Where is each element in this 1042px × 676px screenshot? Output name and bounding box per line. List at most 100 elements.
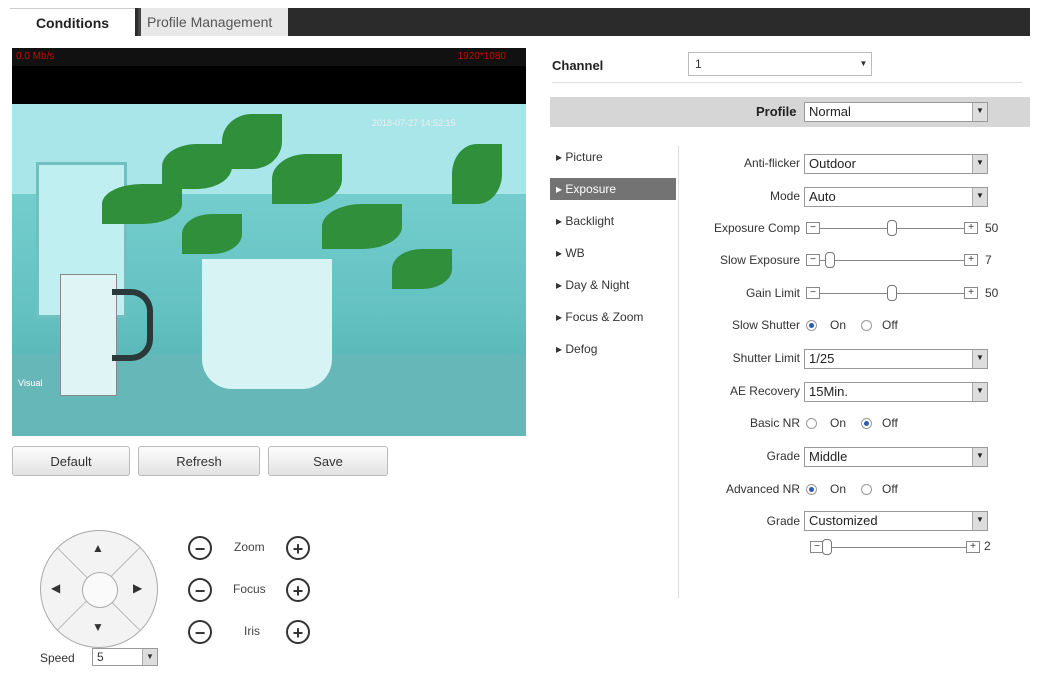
grade-value: Middle	[809, 449, 848, 464]
mode-select[interactable]: Auto ▼	[804, 187, 988, 207]
tab-conditions[interactable]: Conditions	[10, 8, 135, 37]
slow-exposure-label: Slow Exposure	[719, 253, 800, 267]
exposure-comp-label: Exposure Comp	[713, 221, 800, 235]
resolution-text: 1920*1080	[457, 51, 506, 62]
profile-value: Normal	[809, 104, 851, 119]
menu-item-defog[interactable]: ▸ Defog	[550, 338, 676, 360]
grade-select[interactable]: Middle ▼	[804, 447, 988, 467]
ptz-center-button[interactable]	[82, 572, 118, 608]
ptz-direction-pad: ▲ ▼ ◀ ▶	[40, 530, 158, 648]
anti-flicker-value: Outdoor	[809, 156, 856, 171]
advanced-grade-select[interactable]: Customized ▼	[804, 511, 988, 531]
exposure-comp-slider-thumb[interactable]	[887, 220, 897, 236]
focus-plus-icon[interactable]: +	[286, 578, 310, 602]
menu-item-wb[interactable]: ▸ WB	[550, 242, 676, 264]
menu-item-focus-zoom[interactable]: ▸ Focus & Zoom	[550, 306, 676, 328]
nr-level-plus-icon[interactable]: +	[966, 541, 980, 553]
zoom-minus-icon[interactable]: −	[188, 536, 212, 560]
gain-limit-label: Gain Limit	[745, 286, 800, 300]
scene-leaf	[452, 144, 502, 204]
slow-exposure-minus-icon[interactable]: −	[806, 254, 820, 266]
video-scene: 2018-07-27 14:52:15 Visual	[12, 104, 526, 436]
ptz-right-icon[interactable]: ▶	[133, 581, 142, 595]
bitrate-text: 0.0 Mb/s	[16, 51, 55, 62]
save-button[interactable]: Save	[268, 446, 388, 476]
ptz-left-icon[interactable]: ◀	[51, 581, 60, 595]
advanced-nr-off-label: Off	[882, 482, 898, 496]
mode-value: Auto	[809, 189, 836, 204]
exposure-comp-plus-icon[interactable]: +	[964, 222, 978, 234]
ptz-down-icon[interactable]: ▼	[92, 620, 104, 634]
ptz-up-icon[interactable]: ▲	[92, 541, 104, 555]
exposure-comp-value: 50	[985, 221, 999, 235]
scene-mug-handle	[112, 289, 153, 361]
speed-select[interactable]: 5 ▼	[92, 648, 158, 666]
nr-level-value: 2	[984, 539, 991, 553]
basic-nr-off-radio[interactable]	[861, 418, 872, 429]
zoom-plus-icon[interactable]: +	[286, 536, 310, 560]
exposure-comp-minus-icon[interactable]: −	[806, 222, 820, 234]
focus-label: Focus	[233, 582, 266, 596]
nr-level-slider-thumb[interactable]	[821, 539, 832, 555]
dropdown-arrow-icon: ▼	[972, 155, 987, 173]
anti-flicker-label: Anti-flicker	[743, 156, 800, 170]
scene-mug	[60, 274, 117, 396]
zoom-label: Zoom	[234, 540, 265, 554]
ae-recovery-label: AE Recovery	[729, 384, 800, 398]
ae-recovery-value: 15Min.	[809, 384, 849, 399]
focus-minus-icon[interactable]: −	[188, 578, 212, 602]
profile-select[interactable]: Normal ▼	[804, 102, 988, 122]
advanced-nr-on-radio[interactable]	[806, 484, 817, 495]
dropdown-arrow-icon: ▼	[972, 383, 987, 401]
slow-exposure-value: 7	[985, 253, 992, 267]
advanced-nr-label: Advanced NR	[725, 482, 800, 496]
refresh-button[interactable]: Refresh	[138, 446, 260, 476]
slow-exposure-track[interactable]	[820, 260, 964, 261]
shutter-limit-label: Shutter Limit	[732, 351, 800, 365]
dropdown-arrow-icon: ▼	[972, 103, 987, 121]
scene-leaf	[272, 154, 342, 204]
scene-leaf	[392, 249, 452, 289]
panel-divider	[678, 146, 679, 598]
slow-shutter-off-label: Off	[882, 318, 898, 332]
slow-shutter-off-radio[interactable]	[861, 320, 872, 331]
shutter-limit-select[interactable]: 1/25 ▼	[804, 349, 988, 369]
scene-flower-pot	[202, 259, 332, 389]
profile-label: Profile	[756, 104, 797, 119]
grade-label: Grade	[766, 449, 800, 463]
menu-item-backlight[interactable]: ▸ Backlight	[550, 210, 676, 232]
speed-value: 5	[97, 650, 104, 664]
menu-item-exposure[interactable]: ▸ Exposure	[550, 178, 676, 200]
menu-item-day-night[interactable]: ▸ Day & Night	[550, 274, 676, 296]
channel-select[interactable]: 1 ▼	[688, 52, 872, 76]
default-button[interactable]: Default	[12, 446, 130, 476]
gain-limit-minus-icon[interactable]: −	[806, 287, 820, 299]
slow-exposure-plus-icon[interactable]: +	[964, 254, 978, 266]
basic-nr-label: Basic NR	[749, 416, 800, 430]
mode-label: Mode	[769, 189, 800, 203]
scene-leaf	[322, 204, 402, 249]
ae-recovery-select[interactable]: 15Min. ▼	[804, 382, 988, 402]
slow-shutter-on-radio[interactable]	[806, 320, 817, 331]
channel-label: Channel	[552, 58, 604, 73]
basic-nr-on-radio[interactable]	[806, 418, 817, 429]
slow-shutter-on-label: On	[830, 318, 847, 332]
iris-minus-icon[interactable]: −	[188, 620, 212, 644]
basic-nr-off-label: Off	[882, 416, 898, 430]
gain-limit-slider-thumb[interactable]	[887, 285, 897, 301]
advanced-grade-value: Customized	[809, 513, 878, 528]
gain-limit-value: 50	[985, 286, 999, 300]
scene-leaf	[102, 184, 182, 224]
anti-flicker-select[interactable]: Outdoor ▼	[804, 154, 988, 174]
live-video-preview: 0.0 Mb/s 1920*1080 2018-07-27 14:52:15 V…	[12, 48, 526, 436]
iris-plus-icon[interactable]: +	[286, 620, 310, 644]
gain-limit-plus-icon[interactable]: +	[964, 287, 978, 299]
menu-item-picture[interactable]: ▸ Picture	[550, 146, 676, 168]
iris-label: Iris	[244, 624, 260, 638]
nr-level-track[interactable]	[824, 547, 966, 548]
scene-leaf	[182, 214, 242, 254]
slow-exposure-slider-thumb[interactable]	[825, 252, 836, 268]
tab-profile-management[interactable]: Profile Management	[138, 8, 288, 36]
basic-nr-on-label: On	[830, 416, 847, 430]
advanced-nr-off-radio[interactable]	[861, 484, 872, 495]
